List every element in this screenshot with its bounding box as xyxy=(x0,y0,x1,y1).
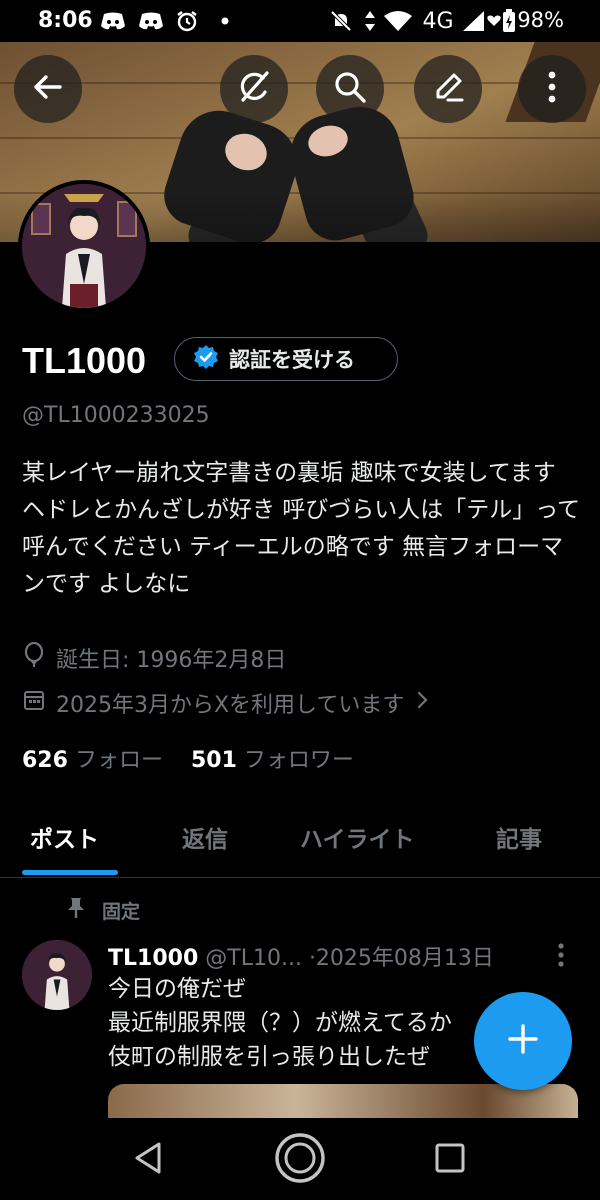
chevron-right-icon xyxy=(414,690,430,716)
more-vertical-icon xyxy=(547,70,557,108)
post-line: 今日の俺だぜ xyxy=(108,976,246,1002)
profile-tabs: ポスト 返信 ハイライト 記事 xyxy=(0,800,600,878)
more-button[interactable] xyxy=(518,55,586,123)
more-vertical-icon xyxy=(556,943,566,972)
status-time: 8:06 xyxy=(38,8,93,33)
post-avatar[interactable] xyxy=(22,940,92,1010)
tab-replies[interactable]: 返信 xyxy=(182,820,228,854)
discord-icon xyxy=(138,9,164,33)
dot-icon xyxy=(212,9,238,33)
back-button[interactable] xyxy=(14,55,82,123)
plus-icon xyxy=(506,1022,540,1060)
triangle-back-icon xyxy=(131,1140,165,1180)
get-verified-button[interactable]: 認証を受ける xyxy=(174,337,398,381)
pin-icon xyxy=(66,896,86,925)
joined-row[interactable]: 2025年3月からXを利用しています xyxy=(22,687,430,719)
pinned-indicator: 固定 xyxy=(66,896,140,925)
compose-post-button[interactable] xyxy=(474,992,572,1090)
tab-articles[interactable]: 記事 xyxy=(496,820,542,854)
post-author-handle[interactable]: @TL10... xyxy=(205,946,302,971)
wifi-icon xyxy=(382,9,414,33)
birthday-row: 誕生日: 1996年2月8日 xyxy=(22,641,287,674)
post-text[interactable]: 今日の俺だぜ 最近制服界隈（？）が燃えてるか 伎町の制服を引っ張り出したぜ xyxy=(108,972,488,1074)
follow-stats: 626 フォロー 501 フォロワー xyxy=(22,742,354,774)
grok-icon xyxy=(235,68,273,110)
followers-link[interactable]: 501 フォロワー xyxy=(191,742,354,774)
followers-label: フォロワー xyxy=(243,748,354,773)
active-tab-indicator xyxy=(22,870,118,875)
back-arrow-icon xyxy=(31,70,65,108)
tab-highlights[interactable]: ハイライト xyxy=(300,820,415,854)
profile-handle: @TL1000233025 xyxy=(22,403,210,428)
search-icon xyxy=(332,69,368,109)
battery-icon xyxy=(500,9,518,33)
post-header: TL1000 @TL10... ·2025年08月13日 xyxy=(108,940,494,972)
calendar-icon xyxy=(22,688,46,718)
following-label: フォロー xyxy=(74,748,163,773)
alarm-icon xyxy=(174,9,200,33)
nav-home-button[interactable] xyxy=(272,1132,328,1188)
nav-back-button[interactable] xyxy=(120,1132,176,1188)
get-verified-label: 認証を受ける xyxy=(229,348,355,372)
following-link[interactable]: 626 フォロー xyxy=(22,742,163,774)
mute-icon xyxy=(328,9,354,33)
joined-text: 2025年3月からXを利用しています xyxy=(56,693,405,718)
post-date: ·2025年08月13日 xyxy=(308,946,494,971)
verified-badge-icon xyxy=(193,344,219,375)
nav-recents-button[interactable] xyxy=(422,1132,478,1188)
search-button[interactable] xyxy=(316,55,384,123)
profile-bio: 某レイヤー崩れ文字書きの裏垢 趣味で女装してます ヘドレとかんざしが好き 呼びづ… xyxy=(22,460,581,597)
profile-name: TL1000 xyxy=(22,340,147,381)
following-count: 626 xyxy=(22,748,68,773)
home-circle-icon xyxy=(274,1132,326,1188)
status-bar: 8:06 4G 98% xyxy=(0,0,600,42)
edit-button[interactable] xyxy=(414,55,482,123)
profile-avatar[interactable] xyxy=(18,180,150,312)
edit-icon xyxy=(430,69,466,109)
tab-posts[interactable]: ポスト xyxy=(30,820,99,854)
system-nav-bar xyxy=(0,1118,600,1200)
balloon-icon xyxy=(22,641,46,674)
post-line: 伎町の制服を引っ張り出したぜ xyxy=(108,1044,430,1070)
battery-percent: 98% xyxy=(517,8,564,32)
post-author-name[interactable]: TL1000 xyxy=(108,946,198,971)
pinned-label: 固定 xyxy=(102,901,141,923)
post-more-button[interactable] xyxy=(556,942,566,972)
followers-count: 501 xyxy=(190,748,237,773)
network-type: 4G xyxy=(422,8,454,34)
birthday-text: 誕生日: 1996年2月8日 xyxy=(56,648,287,673)
discord-icon xyxy=(100,9,126,33)
grok-button[interactable] xyxy=(220,55,288,123)
square-recents-icon xyxy=(434,1142,466,1178)
post-line: 最近制服界隈（？）が燃えてるか xyxy=(108,1010,452,1036)
signal-icon xyxy=(460,9,486,33)
data-arrows-icon xyxy=(362,9,378,33)
